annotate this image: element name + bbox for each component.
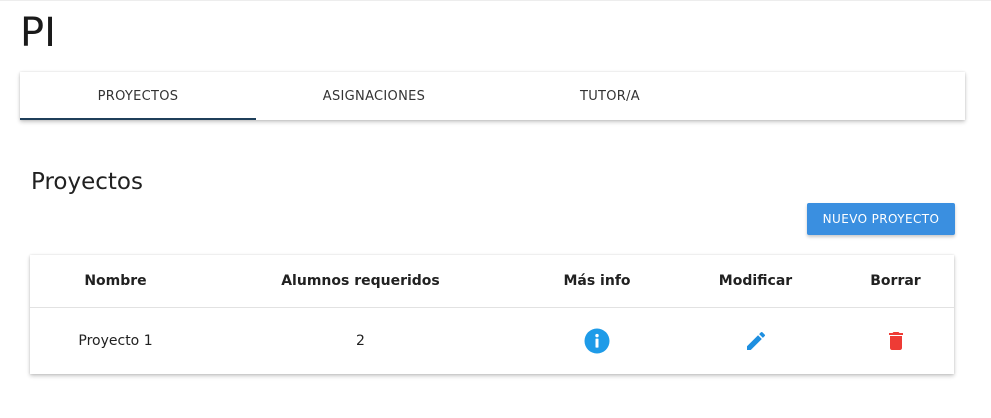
pencil-icon[interactable] xyxy=(740,325,772,357)
column-header-nombre: Nombre xyxy=(30,255,201,308)
column-header-info: Más info xyxy=(520,255,674,308)
projects-table: Nombre Alumnos requeridos Más info Modif… xyxy=(30,255,954,374)
column-header-borrar: Borrar xyxy=(837,255,954,308)
column-header-alumnos: Alumnos requeridos xyxy=(201,255,520,308)
trash-icon[interactable] xyxy=(880,325,912,357)
column-header-modificar: Modificar xyxy=(674,255,837,308)
edit-cell xyxy=(674,308,837,375)
projects-table-card: Nombre Alumnos requeridos Más info Modif… xyxy=(30,255,954,374)
project-name-cell: Proyecto 1 xyxy=(78,333,153,349)
page: PI PROYECTOS ASIGNACIONES TUTOR/A Proyec… xyxy=(0,0,991,418)
table-header-row: Nombre Alumnos requeridos Más info Modif… xyxy=(30,255,954,308)
table-row: Proyecto 1 2 xyxy=(30,308,954,375)
tab-bar: PROYECTOS ASIGNACIONES TUTOR/A xyxy=(20,72,965,120)
delete-cell xyxy=(837,308,954,375)
section-title: Proyectos xyxy=(31,169,143,195)
new-project-button[interactable]: NUEVO PROYECTO xyxy=(807,203,955,235)
info-cell xyxy=(520,308,674,375)
info-icon[interactable] xyxy=(581,325,613,357)
tab-asignaciones[interactable]: ASIGNACIONES xyxy=(256,72,492,120)
app-title: PI xyxy=(20,10,56,56)
tab-proyectos[interactable]: PROYECTOS xyxy=(20,72,256,120)
required-students-cell: 2 xyxy=(356,333,365,349)
tab-tutor[interactable]: TUTOR/A xyxy=(492,72,728,120)
